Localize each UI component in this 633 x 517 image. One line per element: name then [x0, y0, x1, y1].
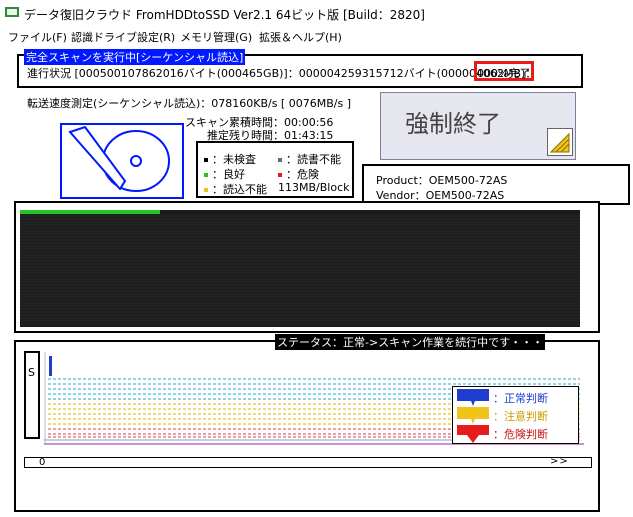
window-title: データ復旧クラウド FromHDDtoSSD Ver2.1 64ビット版 [Bu… [24, 8, 425, 22]
judgement-arrows-icon [457, 389, 489, 443]
judgement-normal: ：正常判断 [493, 392, 548, 405]
legend-good: ：良好 [204, 166, 245, 182]
navigator-start: 0 [39, 457, 46, 468]
hard-drive-icon [60, 123, 184, 199]
menu-drive-settings[interactable]: 認識ドライブ設定(R) [71, 29, 175, 45]
legend-danger: ：危険 [278, 166, 319, 182]
judgement-caution: ：注意判断 [493, 410, 548, 423]
s-indicator-label: S [28, 366, 35, 379]
menu-memory[interactable]: メモリ管理(G) [180, 29, 252, 45]
progress-status: 進行状況 [000500107862016バイト(000465GB)]：0000… [27, 67, 537, 80]
navigator-bar[interactable] [24, 457, 592, 468]
navigator-next-button[interactable]: >> [550, 456, 569, 467]
s-indicator [24, 351, 40, 439]
drive-product: Product：OEM500-72AS [376, 174, 508, 187]
menu-help[interactable]: 拡張＆ヘルプ(H) [259, 29, 342, 45]
scan-mode-label: 完全スキャンを実行中[シーケンシャル読込] [24, 49, 246, 65]
menu-file[interactable]: ファイル(F) [8, 29, 67, 45]
menu-bar: ファイル(F) 認識ドライブ設定(R) メモリ管理(G) 拡張＆ヘルプ(H) [0, 26, 633, 46]
sector-map [20, 210, 580, 327]
legend-read-error: ：読込不能 [204, 181, 267, 197]
percent-complete: 000%完了 [477, 67, 531, 80]
sector-legend: ：未検査 ：読書不能 ：良好 ：危険 ：読込不能 113MB/Block [196, 141, 354, 198]
transfer-speed: 転送速度測定(シーケンシャル読込)：078160KB/s [ 0076MB/s … [27, 97, 351, 110]
legend-unchecked: ：未検査 [204, 151, 256, 167]
stop-corner-icon [547, 128, 573, 156]
scan-progress-bar [20, 210, 160, 214]
judgement-legend: ：正常判断 ：注意判断 ：危険判断 [452, 386, 579, 444]
legend-read-write-error: ：読書不能 [278, 151, 341, 167]
drive-app-icon [5, 7, 19, 17]
judgement-danger: ：危険判断 [493, 428, 548, 441]
status-text: ステータス：正常->スキャン作業を続行中です・・・ [275, 334, 546, 350]
force-stop-label: 強制終了 [405, 110, 501, 138]
legend-block-size: 113MB/Block [278, 181, 350, 194]
